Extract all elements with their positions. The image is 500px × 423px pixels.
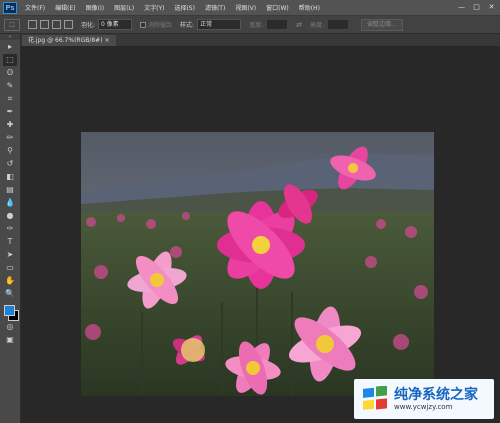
windows-logo-icon <box>363 386 387 410</box>
new-selection-icon[interactable] <box>28 20 37 29</box>
style-select[interactable]: 正常 <box>197 19 242 30</box>
refine-edge-button[interactable]: 调整边缘... <box>361 18 403 31</box>
menu-layer[interactable]: 图层(L) <box>114 3 134 12</box>
rectangle-icon[interactable]: ▭ <box>3 262 17 274</box>
minimize-button[interactable]: — <box>456 2 467 12</box>
maximize-button[interactable]: □ <box>471 2 482 12</box>
tab-close-icon[interactable]: × <box>104 37 109 44</box>
document-tabs: 花.jpg @ 66.7%(RGB/8#) × <box>20 34 500 46</box>
tool-preset-picker[interactable]: ⬚ <box>4 18 20 31</box>
style-label: 样式: <box>180 22 195 29</box>
menu-type[interactable]: 文字(Y) <box>144 3 164 12</box>
marquee-preset-icon: ⬚ <box>9 21 15 28</box>
selection-operations <box>28 20 73 29</box>
menu-view[interactable]: 视图(V) <box>235 3 256 12</box>
crop-icon[interactable]: ⌗ <box>3 93 17 105</box>
eyedropper-icon[interactable]: ✒ <box>3 106 17 118</box>
document-tab-title: 花.jpg @ 66.7%(RGB/8#) <box>28 37 103 44</box>
feather-label: 羽化: <box>81 22 96 29</box>
height-label: 高度: <box>309 22 325 29</box>
clone-stamp-icon[interactable]: ⚲ <box>3 145 17 157</box>
document-tab[interactable]: 花.jpg @ 66.7%(RGB/8#) × <box>22 35 116 46</box>
menu-select[interactable]: 选择(S) <box>174 3 195 12</box>
app-logo: Ps <box>3 1 17 14</box>
menu-bar: Ps 文件(F) 编辑(E) 图像(I) 图层(L) 文字(Y) 选择(S) 滤… <box>0 0 500 16</box>
history-brush-icon[interactable]: ↺ <box>3 158 17 170</box>
pen-icon[interactable]: ✑ <box>3 223 17 235</box>
watermark-url: www.ycwjzy.com <box>394 402 453 411</box>
marquee-icon[interactable]: ⬚ <box>3 54 17 66</box>
toolbox-grip[interactable]: » <box>0 34 20 40</box>
flower-photo <box>81 132 434 396</box>
menu-help[interactable]: 帮助(H) <box>299 3 320 12</box>
foreground-color[interactable] <box>4 305 15 316</box>
width-label: 宽度: <box>249 22 264 29</box>
path-select-icon[interactable]: ➤ <box>3 249 17 261</box>
options-bar: ⬚ 羽化: 0 像素 消除锯齿 样式: 正常 宽度: ⇄ 高度: 调整边缘... <box>0 16 500 34</box>
brush-icon[interactable]: ✏ <box>3 132 17 144</box>
screen-mode-icon[interactable]: ▣ <box>3 334 17 346</box>
height-input[interactable] <box>327 19 350 30</box>
zoom-icon[interactable]: 🔍 <box>3 288 17 300</box>
dodge-icon[interactable]: ● <box>3 210 17 222</box>
hand-icon[interactable]: ✋ <box>3 275 17 287</box>
menu-image[interactable]: 图像(I) <box>86 3 104 12</box>
add-selection-icon[interactable] <box>40 20 49 29</box>
menu-file[interactable]: 文件(F) <box>25 3 45 12</box>
lasso-icon[interactable]: ʘ <box>3 67 17 79</box>
antialias-label: 消除锯齿 <box>148 22 173 29</box>
spot-heal-icon[interactable]: ✚ <box>3 119 17 131</box>
antialias-checkbox[interactable] <box>140 21 147 28</box>
width-input[interactable] <box>266 19 289 30</box>
gradient-icon[interactable]: ▤ <box>3 184 17 196</box>
close-button[interactable]: ✕ <box>486 2 497 12</box>
color-swatches <box>2 304 20 321</box>
menu-edit[interactable]: 编辑(E) <box>55 3 75 12</box>
watermark-title: 纯净系统之家 <box>394 386 478 403</box>
quick-select-icon[interactable]: ✎ <box>3 80 17 92</box>
swap-icon[interactable]: ⇄ <box>296 21 302 29</box>
menu-filter[interactable]: 滤镜(T) <box>205 3 225 12</box>
feather-input[interactable]: 0 像素 <box>98 19 133 30</box>
document-canvas[interactable] <box>81 132 434 396</box>
move-icon[interactable]: ▸ <box>3 41 17 53</box>
menu-window[interactable]: 窗口(W) <box>266 3 289 12</box>
window-controls: — □ ✕ <box>456 2 497 12</box>
eraser-icon[interactable]: ◧ <box>3 171 17 183</box>
toolbox: » ▸ ⬚ ʘ ✎ ⌗ ✒ ✚ ✏ ⚲ ↺ ◧ ▤ 💧 ● ✑ T ➤ ▭ ✋ … <box>0 34 21 423</box>
watermark: 纯净系统之家 www.ycwjzy.com <box>354 379 494 419</box>
subtract-selection-icon[interactable] <box>52 20 61 29</box>
intersect-selection-icon[interactable] <box>64 20 73 29</box>
quick-mask-icon[interactable]: ◎ <box>3 321 17 333</box>
type-icon[interactable]: T <box>3 236 17 248</box>
blur-icon[interactable]: 💧 <box>3 197 17 209</box>
